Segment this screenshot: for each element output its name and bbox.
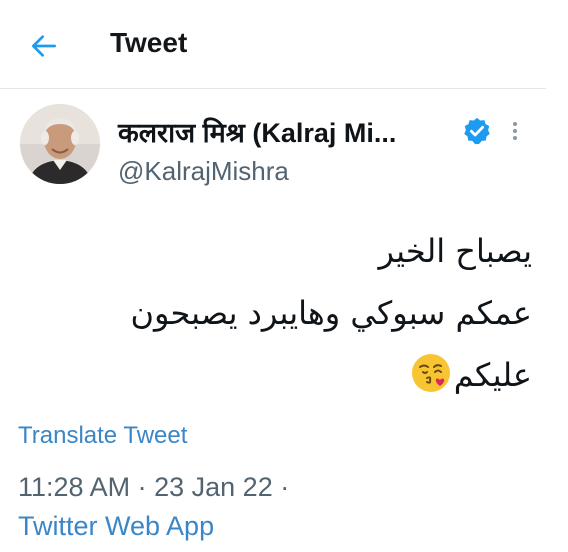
arrow-left-icon [32, 35, 56, 57]
tweet-line-with-emoji: عليكم [32, 344, 532, 406]
more-vertical-icon[interactable] [505, 118, 525, 144]
tweet-line: يصباح الخير [378, 232, 533, 270]
meta-separator: · [280, 472, 290, 502]
tweet-body: يصباح الخير عمكم سبوكي وهايبرد يصبحون عل… [32, 220, 532, 406]
page-title: Tweet [110, 27, 188, 58]
tweet-date[interactable]: 23 Jan 22 [154, 472, 273, 502]
kissing-face-with-heart-emoji-icon [411, 354, 450, 392]
back-button[interactable] [28, 30, 60, 62]
meta-separator: · [137, 472, 147, 502]
tweet-line: عليكم [453, 356, 532, 394]
translate-tweet-link[interactable]: Translate Tweet [18, 422, 187, 450]
profile-photo [20, 104, 100, 184]
verified-badge-icon [464, 117, 490, 145]
author-display-name[interactable]: कलराज मिश्र (Kalraj Mi... [118, 113, 396, 150]
top-bar: Tweet [0, 0, 546, 89]
tweet-time[interactable]: 11:28 AM [18, 472, 130, 502]
tweet-metadata: 11:28 AM · 23 Jan 22 · [18, 472, 289, 503]
tweet-line: عمكم سبوكي وهايبرد يصبحون [130, 294, 532, 332]
tweet-source-link[interactable]: Twitter Web App [18, 511, 214, 542]
avatar[interactable] [20, 104, 100, 184]
author-handle[interactable]: @KalrajMishra [118, 156, 289, 187]
